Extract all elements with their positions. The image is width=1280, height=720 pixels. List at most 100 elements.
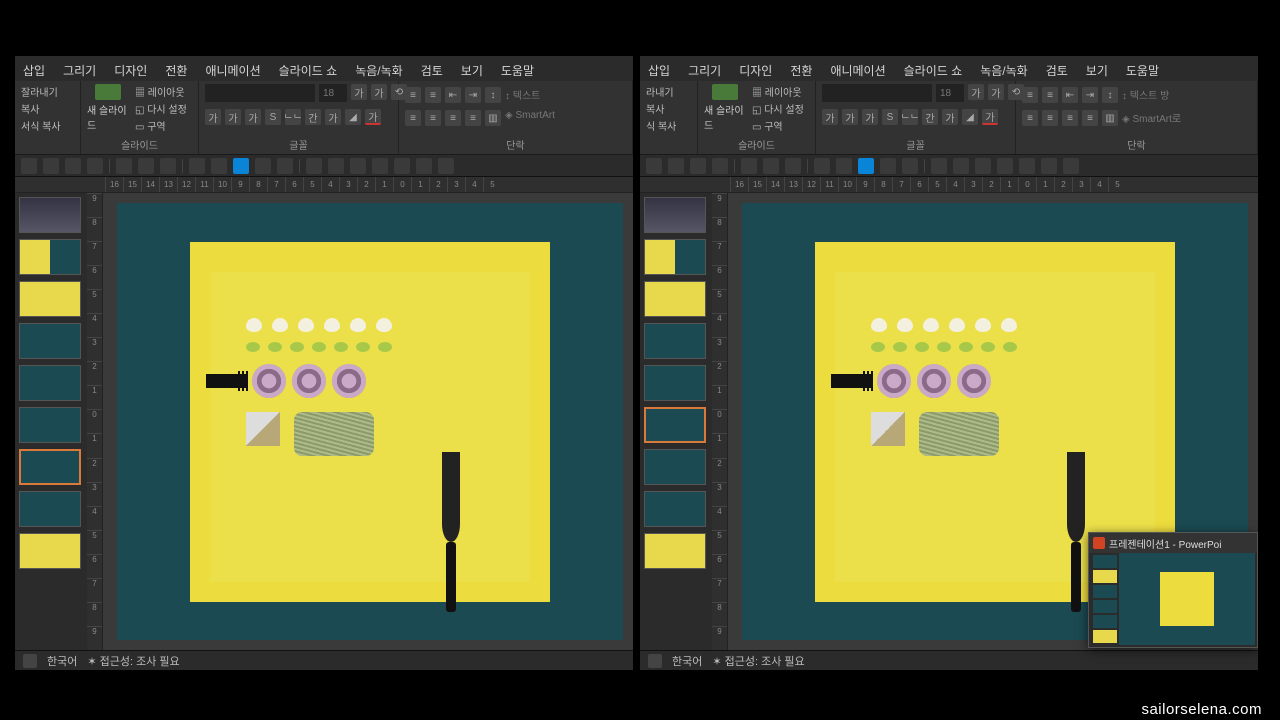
case-button[interactable]: 가 [325,109,341,125]
qat-btn[interactable] [880,158,896,174]
notes-icon[interactable] [23,654,37,668]
tab-slideshow[interactable]: 슬라이드 쇼 [900,60,967,81]
qat-btn[interactable] [668,158,684,174]
tab-design[interactable]: 디자인 [735,60,776,81]
slide-thumb-5[interactable] [19,365,81,401]
bold-button[interactable]: 가 [205,109,221,125]
qat-btn[interactable] [763,158,779,174]
tab-help[interactable]: 도움말 [497,60,538,81]
font-name-input[interactable] [822,84,932,102]
indent-dec-button[interactable]: ⇤ [445,87,461,103]
indent-inc-button[interactable]: ⇥ [1082,87,1098,103]
qat-btn[interactable] [306,158,322,174]
tab-transition[interactable]: 전환 [161,60,191,81]
qat-btn[interactable] [21,158,37,174]
strike-button[interactable]: S [265,109,281,125]
slide-thumb-3[interactable] [644,281,706,317]
align-center-button[interactable]: ≡ [1042,110,1058,126]
qat-btn[interactable] [858,158,874,174]
canvas[interactable]: 9876543210123456789 [87,193,633,650]
text-direction-button[interactable]: ↕ 텍스트 [505,87,540,103]
qat-btn[interactable] [1041,158,1057,174]
reset-button[interactable]: ◱ 다시 설정 [135,101,187,116]
underline-button[interactable]: 가 [862,109,878,125]
align-left-button[interactable]: ≡ [1022,110,1038,126]
qat-btn[interactable] [997,158,1013,174]
case-button[interactable]: 가 [942,109,958,125]
tab-insert[interactable]: 삽입 [19,60,49,81]
bullets-button[interactable]: ≡ [1022,87,1038,103]
qat-btn[interactable] [1063,158,1079,174]
font-name-input[interactable] [205,84,315,102]
qat-btn[interactable] [350,158,366,174]
notes-icon[interactable] [648,654,662,668]
slide-thumb-1[interactable] [644,197,706,233]
slide-thumb-4[interactable] [19,323,81,359]
indent-dec-button[interactable]: ⇤ [1062,87,1078,103]
qat-btn[interactable] [690,158,706,174]
qat-btn[interactable] [189,158,205,174]
tab-help[interactable]: 도움말 [1122,60,1163,81]
underline-button[interactable]: 가 [245,109,261,125]
shrink-font-button[interactable]: 가 [988,84,1004,100]
qat-btn[interactable] [372,158,388,174]
qat-btn[interactable] [975,158,991,174]
justify-button[interactable]: ≡ [465,110,481,126]
tab-review[interactable]: 검토 [417,60,447,81]
font-color-button[interactable]: 가 [365,109,381,125]
tab-slideshow[interactable]: 슬라이드 쇼 [275,60,342,81]
slide-thumb-2[interactable] [644,239,706,275]
qat-btn[interactable] [814,158,830,174]
slide-content[interactable] [190,242,550,602]
tab-insert[interactable]: 삽입 [644,60,674,81]
tab-record[interactable]: 녹음/녹화 [351,60,407,81]
slide-thumb-9[interactable] [644,533,706,569]
tab-view[interactable]: 보기 [1082,60,1112,81]
text-direction-button[interactable]: ↕ 텍스트 방 [1122,87,1169,103]
slide-thumb-1[interactable] [19,197,81,233]
font-color-button[interactable]: 가 [982,109,998,125]
highlight-button[interactable]: ◢ [345,109,361,125]
tab-draw[interactable]: 그리기 [59,60,100,81]
qat-btn[interactable] [712,158,728,174]
columns-button[interactable]: ▥ [485,110,501,126]
status-language[interactable]: 한국어 [47,653,77,669]
qat-btn[interactable] [255,158,271,174]
qat-btn[interactable] [160,158,176,174]
smartart-button[interactable]: ◈ SmartArt [505,110,555,126]
slide-thumb-6[interactable] [19,407,81,443]
highlight-button[interactable]: ◢ [962,109,978,125]
section-button[interactable]: ▭ 구역 [752,118,804,133]
line-spacing-button[interactable]: ↕ [485,87,501,103]
qat-btn[interactable] [785,158,801,174]
strike-button[interactable]: S [882,109,898,125]
numbering-button[interactable]: ≡ [1042,87,1058,103]
slide-thumb-5[interactable] [644,365,706,401]
charfx-button[interactable]: 간 [922,109,938,125]
new-slide-button[interactable]: 새 슬라이드 [704,84,746,132]
tab-design[interactable]: 디자인 [110,60,151,81]
align-right-button[interactable]: ≡ [445,110,461,126]
slide-thumb-7[interactable] [644,449,706,485]
slide-thumb-2[interactable] [19,239,81,275]
italic-button[interactable]: 가 [225,109,241,125]
slide-thumb-7[interactable] [19,449,81,485]
slide-thumb-4[interactable] [644,323,706,359]
align-left-button[interactable]: ≡ [405,110,421,126]
align-center-button[interactable]: ≡ [425,110,441,126]
slide-thumb-8[interactable] [644,491,706,527]
format-painter-button[interactable]: 식 복사 [646,118,676,133]
smartart-button[interactable]: ◈ SmartArt로 [1122,110,1181,126]
qat-btn[interactable] [1019,158,1035,174]
charfx-button[interactable]: 간 [305,109,321,125]
spacing-button[interactable]: ᄂᄂ [902,109,918,125]
status-accessibility[interactable]: ✶ 접근성: 조사 필요 [87,653,179,669]
qat-btn[interactable] [116,158,132,174]
bullets-button[interactable]: ≡ [405,87,421,103]
qat-btn[interactable] [328,158,344,174]
indent-inc-button[interactable]: ⇥ [465,87,481,103]
reset-button[interactable]: ◱ 다시 설정 [752,101,804,116]
shrink-font-button[interactable]: 가 [371,84,387,100]
qat-btn[interactable] [87,158,103,174]
qat-btn[interactable] [902,158,918,174]
